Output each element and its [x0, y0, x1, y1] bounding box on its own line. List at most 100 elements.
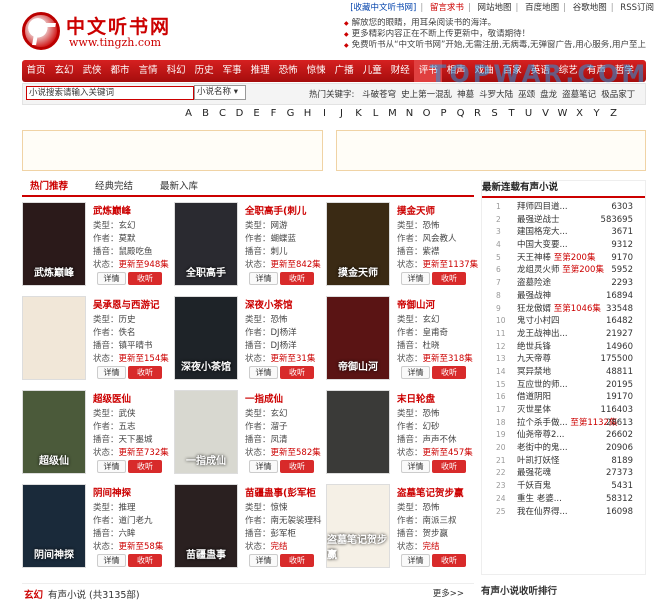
rank-row[interactable]: 6 龙组灵火师 至第200集 5952 — [482, 264, 645, 277]
alphabet-letter[interactable]: P — [435, 108, 452, 119]
nav-item[interactable]: 玄幻 — [50, 60, 78, 82]
listen-button[interactable]: 收听 — [128, 272, 162, 285]
alphabet-letter[interactable]: G — [282, 108, 299, 119]
detail-button[interactable]: 详情 — [249, 460, 278, 473]
nav-item[interactable]: 哲学 — [610, 60, 638, 82]
detail-button[interactable]: 详情 — [401, 554, 430, 567]
alphabet-letter[interactable]: J — [333, 108, 350, 119]
rank-book-title[interactable]: 互应世的师... — [517, 380, 568, 390]
detail-button[interactable]: 详情 — [249, 366, 278, 379]
rank-book-title[interactable]: 借道阴阳 — [517, 392, 551, 402]
rank-row[interactable]: 23 千妖百鬼 5431 — [482, 480, 645, 493]
rank-book-title[interactable]: 叶凯打妖怪 — [517, 456, 560, 466]
hot-keyword-link[interactable]: 盘龙 — [540, 90, 557, 100]
alphabet-letter[interactable]: D — [231, 108, 248, 119]
book-cover[interactable]: 全职高手 — [174, 202, 238, 286]
rank-book-title[interactable]: 拜师四目道... — [517, 202, 568, 212]
alphabet-letter[interactable]: N — [401, 108, 418, 119]
rank-row[interactable]: 19 仙尧帝尊2... 26602 — [482, 429, 645, 442]
rank-row[interactable]: 12 绝世兵锋 14960 — [482, 341, 645, 354]
rank-book-title[interactable]: 灭世星体 — [517, 405, 551, 415]
rank-book-title[interactable]: 最强战神 — [517, 291, 551, 301]
nav-item[interactable]: 恐怖 — [274, 60, 302, 82]
detail-button[interactable]: 详情 — [97, 366, 126, 379]
rank-row[interactable]: 22 最强花魂 27373 — [482, 467, 645, 480]
rank-row[interactable]: 3 建国格宠大... 3671 — [482, 226, 645, 239]
search-type-select[interactable]: 小说名称 ▾ — [194, 85, 246, 100]
rank-book-title[interactable]: 千妖百鬼 — [517, 481, 551, 491]
alphabet-letter[interactable]: U — [520, 108, 537, 119]
book-title[interactable]: 超级医仙 — [93, 391, 131, 405]
rank-book-title[interactable]: 冥异禁地 — [517, 367, 551, 377]
nav-item[interactable]: 军事 — [218, 60, 246, 82]
book-title[interactable]: 全职高手(刺儿 — [245, 203, 306, 217]
book-title[interactable]: 帝御山河 — [397, 297, 435, 311]
listen-button[interactable]: 收听 — [280, 272, 314, 285]
alphabet-letter[interactable]: S — [486, 108, 503, 119]
rank-row[interactable]: 14 冥异禁地 48811 — [482, 366, 645, 379]
rank-row[interactable]: 18 拉个杀手做... 至第1132集 28613 — [482, 417, 645, 430]
rank-row[interactable]: 10 鬼寸小村四 16482 — [482, 315, 645, 328]
nav-item[interactable]: 历史 — [190, 60, 218, 82]
alphabet-letter[interactable]: E — [248, 108, 265, 119]
alphabet-letter[interactable]: R — [469, 108, 486, 119]
rank-row[interactable]: 11 龙王战神出... 21927 — [482, 328, 645, 341]
rank-book-title[interactable]: 龙王战神出... — [517, 329, 568, 339]
nav-item[interactable]: 武侠 — [78, 60, 106, 82]
rank-row[interactable]: 16 借道阴阳 19170 — [482, 391, 645, 404]
book-title[interactable]: 阴间神探 — [93, 485, 131, 499]
rank-book-title[interactable]: 建国格宠大... — [517, 227, 568, 237]
rank-row[interactable]: 7 盗墓险途 2293 — [482, 277, 645, 290]
rank-book-title[interactable]: 仙尧帝尊2... — [517, 430, 565, 440]
listen-button[interactable]: 收听 — [432, 272, 466, 285]
hot-keyword-link[interactable]: 史上第一混乱 — [401, 90, 452, 100]
nav-item[interactable]: 财经 — [386, 60, 414, 82]
rank-book-title[interactable]: 中国大变要... — [517, 240, 568, 250]
rank-book-title[interactable]: 我在仙界得... — [517, 507, 568, 517]
bookmark-link[interactable]: [收藏中文听书网] — [348, 3, 418, 13]
book-cover[interactable]: 一指成仙 — [174, 390, 238, 474]
alphabet-letter[interactable]: X — [571, 108, 588, 119]
book-title[interactable]: 吴承恩与西游记 — [93, 297, 160, 311]
alphabet-letter[interactable]: M — [384, 108, 401, 119]
nav-item[interactable]: 广播 — [330, 60, 358, 82]
nav-item[interactable]: 有声 — [582, 60, 610, 82]
alphabet-letter[interactable]: K — [350, 108, 367, 119]
rank-book-title[interactable]: 最强逆战士 — [517, 215, 560, 225]
rank-row[interactable]: 17 灭世星体 116403 — [482, 404, 645, 417]
alphabet-letter[interactable]: I — [316, 108, 333, 119]
nav-item[interactable]: 儿童 — [358, 60, 386, 82]
nav-item[interactable]: 评书 — [414, 60, 443, 82]
alphabet-letter[interactable]: H — [299, 108, 316, 119]
book-cover[interactable]: 武炼巅峰 — [22, 202, 86, 286]
hot-keyword-link[interactable]: 斗破苍穹 — [362, 90, 396, 100]
category-name[interactable]: 玄幻 — [24, 587, 43, 601]
alphabet-letter[interactable]: Z — [605, 108, 622, 119]
book-cover[interactable]: 超级仙 — [22, 390, 86, 474]
rank-row[interactable]: 2 最强逆战士 583695 — [482, 214, 645, 227]
alphabet-letter[interactable]: V — [537, 108, 554, 119]
alphabet-letter[interactable]: C — [214, 108, 231, 119]
rank-book-title[interactable]: 重生 老婆... — [517, 494, 562, 504]
more-link[interactable]: 更多>> — [433, 587, 464, 599]
nav-item[interactable]: 都市 — [106, 60, 134, 82]
alphabet-letter[interactable]: B — [197, 108, 214, 119]
book-cover[interactable]: 阴间神探 — [22, 484, 86, 568]
rank-book-title[interactable]: 九天帝尊 — [517, 354, 551, 364]
book-title[interactable]: 摸金天师 — [397, 203, 435, 217]
book-title[interactable]: 深夜小茶馆 — [245, 297, 293, 311]
book-title[interactable]: 末日轮盘 — [397, 391, 435, 405]
alphabet-letter[interactable]: L — [367, 108, 384, 119]
nav-item[interactable]: 科幻 — [162, 60, 190, 82]
detail-button[interactable]: 详情 — [401, 366, 430, 379]
detail-button[interactable]: 详情 — [249, 554, 278, 567]
rank-row[interactable]: 25 我在仙界得... 16098 — [482, 506, 645, 519]
rank-row[interactable]: 20 老街中的鬼... 20906 — [482, 442, 645, 455]
listen-button[interactable]: 收听 — [128, 366, 162, 379]
google-map-link[interactable]: 谷歌地图 — [571, 3, 609, 13]
rank-row[interactable]: 13 九天帝尊 175500 — [482, 353, 645, 366]
rank-book-title[interactable]: 天王神棒 — [517, 253, 551, 263]
book-cover[interactable]: 摸金天师 — [326, 202, 390, 286]
nav-item[interactable]: 言情 — [134, 60, 162, 82]
rank-book-title[interactable]: 最强花魂 — [517, 468, 551, 478]
